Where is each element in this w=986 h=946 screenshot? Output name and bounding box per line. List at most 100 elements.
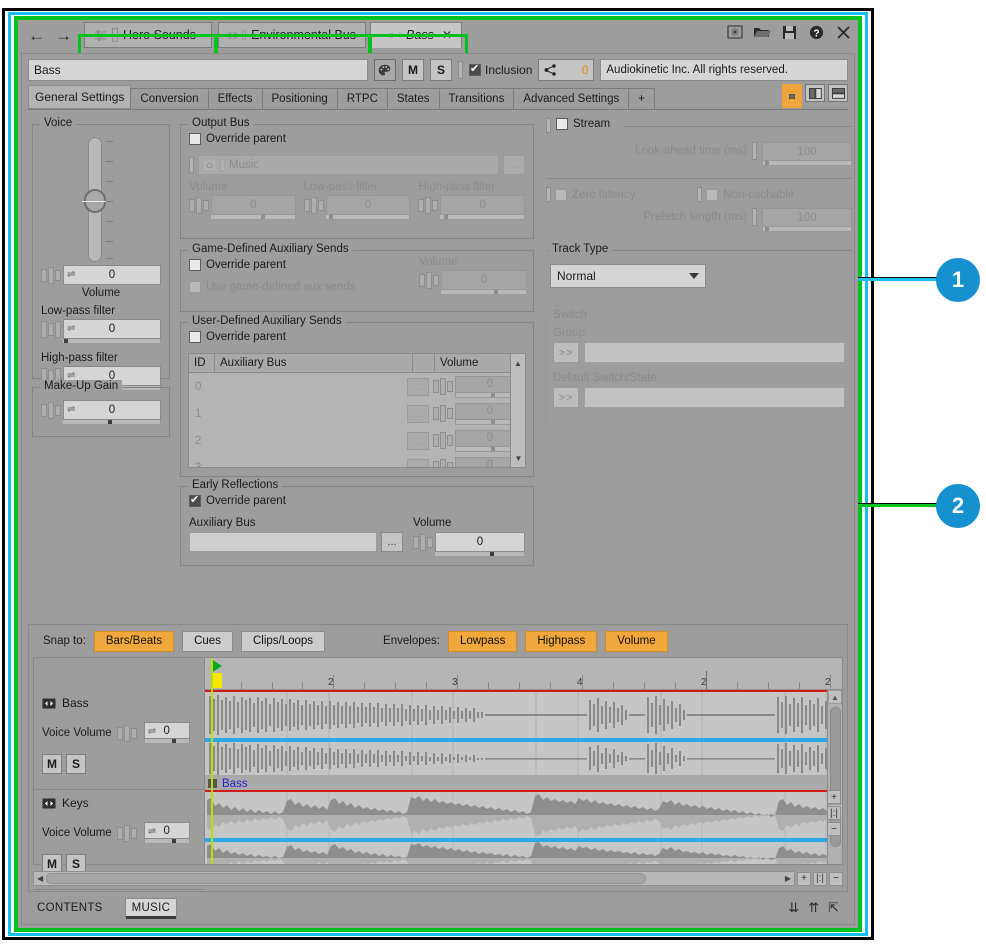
dock-bottom-icon[interactable]: ⇊ (788, 900, 799, 916)
tab-advanced-settings[interactable]: Advanced Settings (513, 88, 629, 109)
tab-hero-sounds[interactable]: Hero Sounds (84, 22, 212, 48)
row-1-browse[interactable]: ... (407, 405, 429, 423)
scroll-down-icon[interactable]: ▼ (511, 449, 526, 467)
back-arrow-icon[interactable]: ← (28, 27, 45, 44)
timeline-horizontal-scrollbar[interactable]: ◀ ▶ + |:| − (33, 870, 843, 887)
user-aux-override-checkbox[interactable] (189, 331, 201, 343)
switch-group-browse-button[interactable]: >> (553, 342, 579, 363)
tab-states[interactable]: States (387, 88, 440, 109)
switch-group-value[interactable] (584, 342, 845, 363)
row-3-browse[interactable]: ... (407, 459, 429, 469)
game-aux-override[interactable]: Override parent (189, 259, 286, 271)
scroll-up-icon[interactable]: ▲ (511, 354, 525, 372)
hscroll-thumb[interactable] (46, 873, 646, 884)
clip-bass[interactable]: Bass (205, 690, 842, 790)
tab-general-settings[interactable]: General Settings (28, 85, 131, 109)
tab-bass[interactable]: Bass ✕ (370, 22, 462, 48)
zoom-in-button[interactable]: + (827, 790, 841, 804)
zoom-fit-button[interactable]: |:| (827, 806, 841, 820)
track-bass-volume-bar[interactable] (144, 739, 190, 744)
voice-lowpass-field[interactable]: ⇌ 0 (41, 319, 161, 339)
early-reflections-volume-rtpc-icon[interactable] (413, 532, 435, 552)
hzoom-out-button[interactable]: − (829, 872, 843, 886)
switch-default-browse-button[interactable]: >> (553, 387, 579, 408)
favorite-icon[interactable]: ✳ (726, 23, 744, 41)
output-bus-browse-button[interactable]: ... (503, 155, 525, 175)
table-row[interactable]: 3 ... 0 (189, 454, 525, 468)
output-bus-override[interactable]: Override parent (189, 133, 286, 145)
table-row[interactable]: 0 ... 0 (189, 373, 525, 400)
early-reflections-volume-field[interactable]: 0 (413, 532, 525, 552)
snap-cues-button[interactable]: Cues (182, 631, 233, 652)
tab-effects[interactable]: Effects (208, 88, 263, 109)
footer-tab-contents[interactable]: CONTENTS (37, 898, 103, 918)
tab-environmental-bus[interactable]: Environmental Bus (218, 22, 366, 48)
row-0-browse[interactable]: ... (407, 378, 429, 396)
open-folder-icon[interactable] (753, 23, 771, 41)
tab-bass-close-icon[interactable]: ✕ (442, 28, 452, 42)
popout-icon[interactable]: ⇱ (828, 900, 839, 916)
forward-arrow-icon[interactable]: → (55, 27, 72, 44)
track-bass-rtpc-icon[interactable] (117, 725, 139, 742)
user-aux-override[interactable]: Override parent (189, 331, 286, 343)
voice-volume-slider[interactable] (83, 137, 107, 262)
timeline-canvas[interactable]: 2 3 4 2 2 (205, 657, 843, 865)
hscroll-left-icon[interactable]: ◀ (37, 874, 43, 883)
voice-volume-rtpc-icon[interactable] (41, 265, 63, 285)
track-bass-solo-button[interactable]: S (66, 754, 86, 774)
switch-default-value[interactable] (584, 387, 845, 408)
view-mode-single[interactable] (782, 84, 802, 108)
scroll-up-icon[interactable]: ▲ (828, 690, 842, 704)
output-bus-value[interactable]: Music (198, 155, 499, 175)
tab-add[interactable]: + (628, 88, 655, 109)
table-row[interactable]: 1 ... 0 (189, 400, 525, 427)
envelope-volume-button[interactable]: Volume (605, 631, 667, 652)
mute-button[interactable]: M (402, 59, 424, 81)
track-keys-rtpc-icon[interactable] (117, 825, 139, 842)
timeline-ruler[interactable]: 2 3 4 2 2 (205, 658, 842, 690)
early-reflections-browse-button[interactable]: ... (381, 532, 403, 552)
track-type-select[interactable]: Normal (550, 264, 706, 288)
view-mode-stacked[interactable] (828, 84, 848, 102)
close-window-icon[interactable] (834, 23, 852, 41)
track-keys-volume-value[interactable]: ⇌ 0 (144, 822, 190, 839)
zoom-out-button[interactable]: − (827, 822, 841, 836)
track-bass-volume-value[interactable]: ⇌ 0 (144, 722, 190, 739)
voice-lowpass-bar[interactable] (62, 339, 161, 344)
track-keys-volume-bar[interactable] (144, 839, 190, 844)
stream-toggle[interactable]: Stream (556, 118, 610, 130)
makeup-gain-rtpc-icon[interactable] (41, 400, 63, 420)
track-bass-mute-button[interactable]: M (42, 754, 62, 774)
object-name-input[interactable]: Bass (28, 59, 368, 81)
early-reflections-override-checkbox[interactable] (189, 495, 201, 507)
voice-lowpass-value[interactable]: ⇌ 0 (63, 319, 161, 339)
makeup-gain-value[interactable]: ⇌ 0 (63, 400, 161, 420)
snap-bars-beats-button[interactable]: Bars/Beats (94, 631, 174, 652)
row-2-browse[interactable]: ... (407, 432, 429, 450)
table-row[interactable]: 2 ... 0 (189, 427, 525, 454)
game-aux-override-checkbox[interactable] (189, 259, 201, 271)
footer-tab-music[interactable]: MUSIC (125, 898, 178, 918)
tab-transitions[interactable]: Transitions (439, 88, 515, 109)
help-icon[interactable]: ? (807, 23, 825, 41)
hscroll-right-icon[interactable]: ▶ (785, 874, 791, 883)
voice-volume-field[interactable]: ⇌ 0 (41, 265, 161, 285)
dock-top-icon[interactable]: ⇈ (808, 900, 819, 916)
envelope-highpass-button[interactable]: Highpass (525, 631, 597, 652)
hzoom-fit-button[interactable]: |:| (813, 872, 827, 886)
inclusion-control[interactable]: Inclusion (469, 63, 532, 77)
view-mode-split[interactable] (805, 84, 825, 102)
makeup-gain-bar[interactable] (62, 420, 161, 425)
early-reflections-volume-bar[interactable] (434, 552, 525, 557)
makeup-gain-field[interactable]: ⇌ 0 (41, 400, 161, 420)
clip-keys[interactable]: Keys (205, 790, 842, 865)
tab-positioning[interactable]: Positioning (262, 88, 338, 109)
early-reflections-volume-value[interactable]: 0 (435, 532, 525, 552)
early-reflections-bus-value[interactable] (189, 532, 377, 552)
tab-rtpc[interactable]: RTPC (337, 88, 388, 109)
tab-conversion[interactable]: Conversion (130, 88, 208, 109)
voice-lowpass-rtpc-icon[interactable] (41, 319, 63, 339)
save-icon[interactable] (780, 23, 798, 41)
share-set-control[interactable]: 0 (538, 59, 594, 81)
voice-volume-value[interactable]: ⇌ 0 (63, 265, 161, 285)
